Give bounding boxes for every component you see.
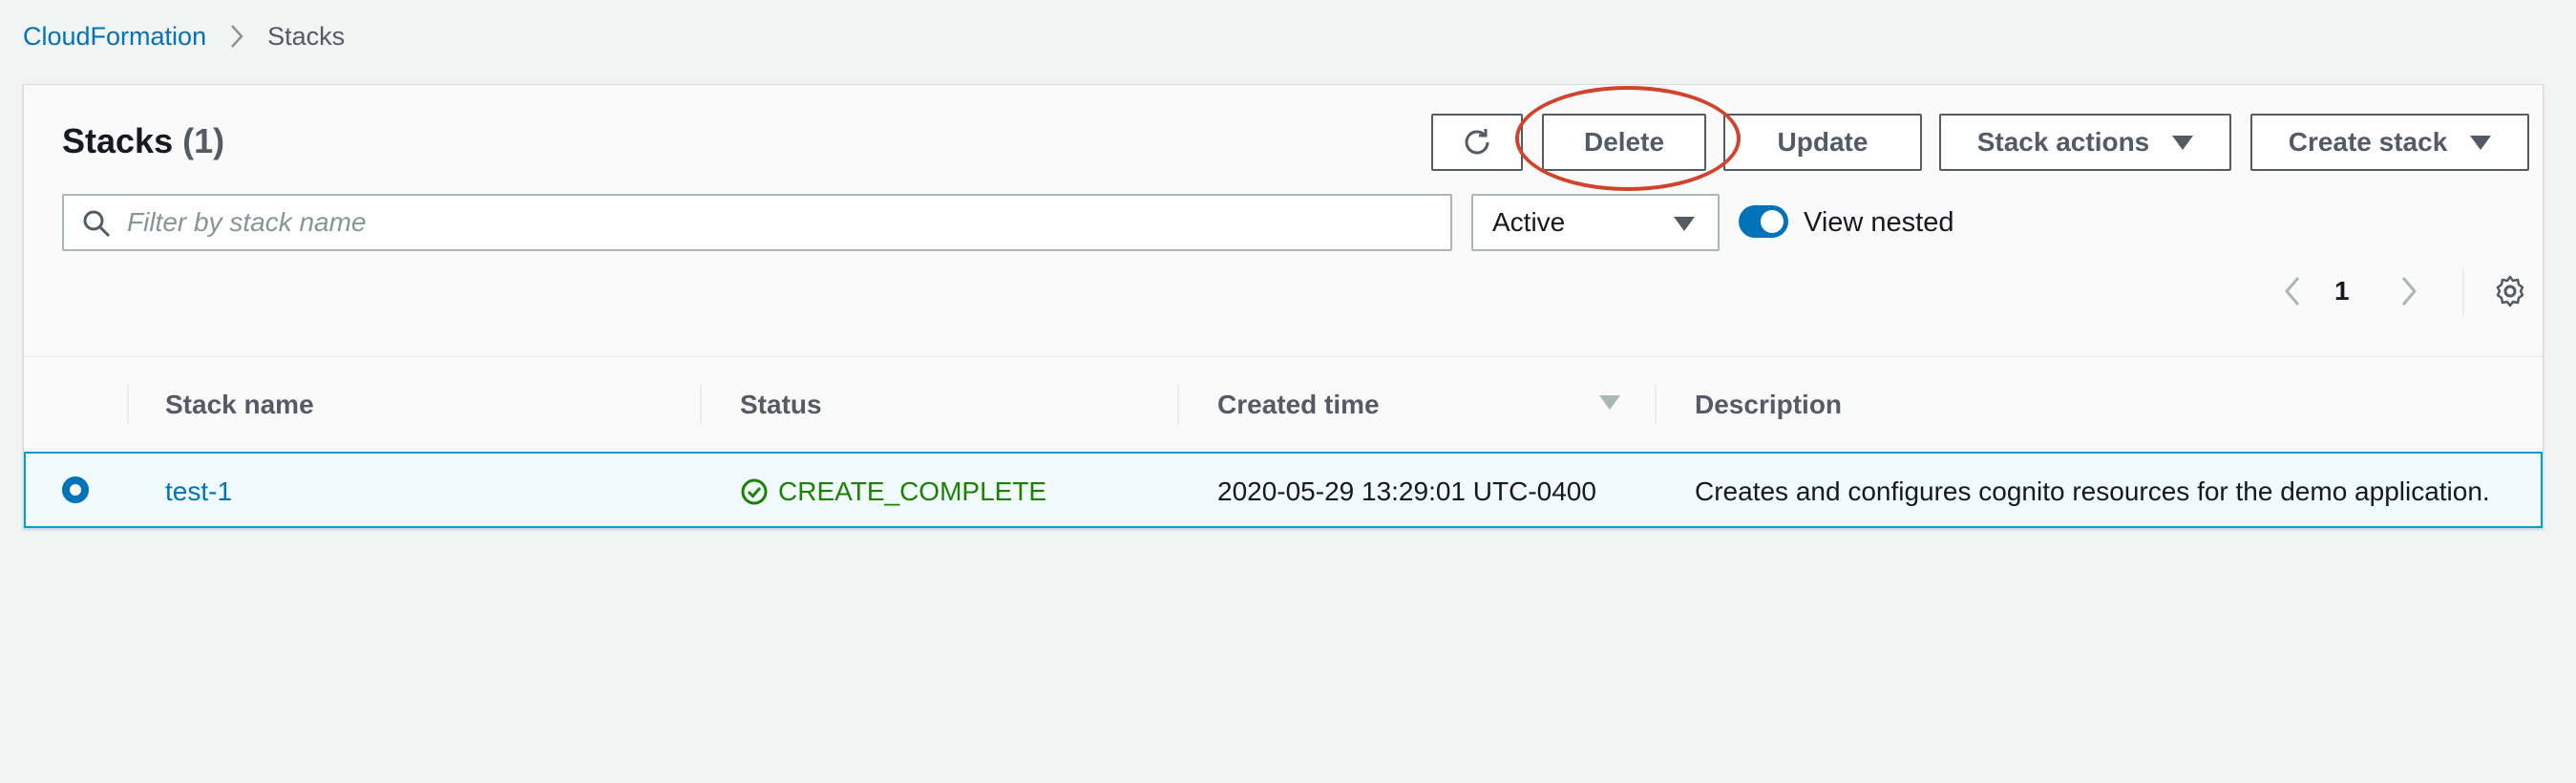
toggle-knob — [1761, 210, 1784, 233]
caret-down-icon — [2172, 135, 2194, 150]
status-filter-value: Active — [1492, 207, 1566, 237]
delete-button[interactable]: Delete — [1542, 114, 1706, 171]
chevron-right-icon[interactable] — [2397, 274, 2420, 313]
description-cell: Creates and configures cognito resources… — [1695, 476, 2490, 506]
panel-header: Stacks (1) Delete Update Stack actions C… — [24, 85, 2543, 356]
status-filter-select[interactable]: Active — [1471, 194, 1720, 251]
stack-actions-label: Stack actions — [1976, 127, 2150, 157]
row-select-radio[interactable] — [62, 476, 89, 503]
column-separator — [1655, 384, 1657, 424]
column-separator — [1177, 384, 1179, 424]
view-nested-label: View nested — [1804, 207, 1954, 238]
page-title: Stacks (1) — [62, 121, 224, 161]
page-number[interactable]: 1 — [2334, 276, 2350, 307]
check-circle-icon — [741, 478, 768, 505]
pagination-divider — [2462, 268, 2464, 316]
caret-down-icon — [2470, 135, 2492, 150]
filter-stack-name-input[interactable] — [127, 196, 1445, 249]
update-button[interactable]: Update — [1723, 114, 1922, 171]
stacks-panel: Stacks (1) Delete Update Stack actions C… — [23, 84, 2544, 529]
column-separator — [700, 384, 702, 424]
status-text: CREATE_COMPLETE — [778, 476, 1047, 506]
search-icon — [83, 210, 111, 238]
column-header-created-time[interactable]: Created time — [1217, 390, 1380, 420]
title-text: Stacks — [62, 121, 174, 160]
column-header-status[interactable]: Status — [740, 390, 822, 420]
breadcrumb-cloudformation-link[interactable]: CloudFormation — [23, 22, 206, 52]
refresh-icon — [1465, 129, 1489, 155]
created-time-cell: 2020-05-29 13:29:01 UTC-0400 — [1217, 476, 1596, 506]
stack-count: (1) — [182, 121, 225, 160]
status-cell: CREATE_COMPLETE — [740, 476, 1046, 507]
refresh-button[interactable] — [1431, 114, 1523, 171]
sort-descending-icon[interactable] — [1599, 395, 1620, 410]
column-header-stack-name[interactable]: Stack name — [165, 390, 314, 420]
gear-icon[interactable] — [2493, 274, 2527, 313]
caret-down-icon — [1674, 217, 1695, 231]
filter-search-box — [62, 194, 1452, 251]
breadcrumb: CloudFormation Stacks — [23, 19, 345, 53]
table-header: Stack name Status Created time Descripti… — [24, 356, 2543, 450]
stack-name-link[interactable]: test-1 — [165, 476, 232, 507]
view-nested-toggle[interactable] — [1739, 205, 1788, 238]
chevron-right-icon — [229, 23, 244, 50]
create-stack-label: Create stack — [2288, 127, 2448, 157]
chevron-left-icon[interactable] — [2281, 274, 2304, 313]
stack-actions-dropdown[interactable]: Stack actions — [1939, 114, 2231, 171]
column-header-description[interactable]: Description — [1695, 390, 1842, 420]
create-stack-dropdown[interactable]: Create stack — [2250, 114, 2529, 171]
column-separator — [127, 384, 129, 424]
breadcrumb-current: Stacks — [267, 21, 346, 51]
table-row[interactable]: test-1 CREATE_COMPLETE 2020-05-29 13:29:… — [24, 452, 2543, 528]
